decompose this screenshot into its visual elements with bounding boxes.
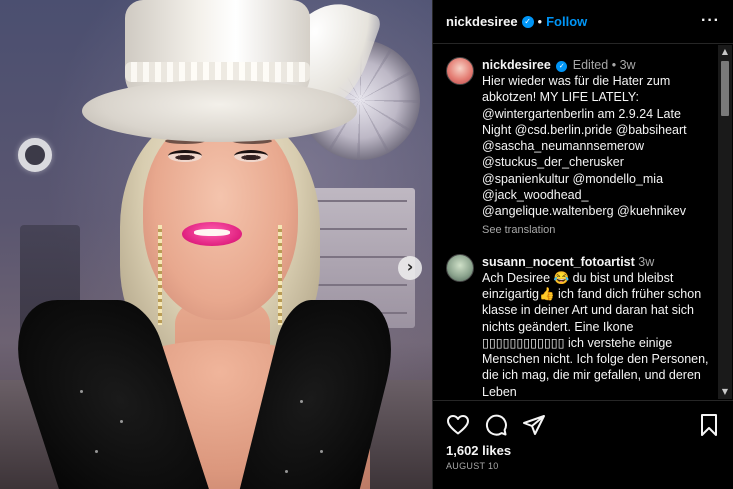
eye: [168, 150, 202, 162]
comment-icon[interactable]: [484, 413, 508, 437]
likes-count[interactable]: 1,602 likes: [446, 443, 511, 458]
comment-text: Ach Desiree 😂 du bist und bleibst einzig…: [482, 270, 709, 399]
caption-text: Hier wieder was für die Hater zum abkotz…: [482, 74, 687, 219]
post-actions: 1,602 likes AUGUST 10: [433, 400, 733, 489]
comment-meta: susann_nocent_fotoartist 3w: [482, 254, 709, 270]
sequin: [285, 470, 288, 473]
comment-username[interactable]: susann_nocent_fotoartist: [482, 255, 635, 269]
more-options-icon[interactable]: ···: [701, 12, 720, 30]
earring-left: [158, 225, 162, 325]
verified-badge-icon: ✓: [521, 15, 534, 28]
caption-bullet: •: [611, 58, 617, 72]
see-translation-link[interactable]: See translation: [482, 224, 709, 236]
caption-entry: nickdesiree ✓ Edited • 3w Hier wieder wa…: [433, 45, 719, 236]
comment-item: susann_nocent_fotoartist 3w Ach Desiree …: [433, 236, 719, 399]
sequin: [300, 400, 303, 403]
header-username[interactable]: nickdesiree: [446, 14, 518, 29]
action-row: [446, 413, 546, 437]
hat-brim: [82, 80, 357, 142]
post-date[interactable]: AUGUST 10: [446, 461, 499, 471]
caption-avatar[interactable]: [446, 57, 474, 85]
earring-right: [278, 225, 282, 325]
bookmark-icon[interactable]: [698, 413, 720, 437]
scroll-thumb[interactable]: [721, 61, 729, 116]
comments-scrollbar[interactable]: ▲ ▼: [718, 45, 732, 399]
heart-icon[interactable]: [446, 413, 470, 437]
verified-badge-icon: ✓: [556, 61, 568, 72]
eye: [234, 150, 268, 162]
edited-label: Edited: [572, 58, 609, 72]
ring-light: [18, 138, 52, 172]
face: [143, 115, 298, 320]
sequin: [320, 450, 323, 453]
post-photo[interactable]: ›: [0, 0, 432, 489]
comments-list[interactable]: nickdesiree ✓ Edited • 3w Hier wieder wa…: [433, 45, 719, 399]
sequin: [80, 390, 83, 393]
sequin: [120, 420, 123, 423]
comment-avatar[interactable]: [446, 253, 474, 282]
caption-username[interactable]: nickdesiree: [482, 58, 551, 72]
share-icon[interactable]: [522, 413, 546, 437]
header-separator: •: [537, 14, 543, 29]
scroll-down-arrow-icon[interactable]: ▼: [718, 385, 732, 399]
follow-button[interactable]: Follow: [546, 14, 587, 29]
caption-meta: nickdesiree ✓ Edited • 3w: [482, 57, 709, 73]
sequin: [95, 450, 98, 453]
comment-time[interactable]: 3w: [638, 255, 654, 269]
post-header: nickdesiree ✓ • Follow ···: [433, 0, 733, 44]
post-side-panel: nickdesiree ✓ • Follow ··· nickdesiree ✓…: [432, 0, 733, 489]
hat-band: [125, 62, 310, 82]
teeth: [194, 229, 230, 236]
carousel-next-button[interactable]: ›: [398, 256, 422, 280]
scroll-up-arrow-icon[interactable]: ▲: [718, 45, 732, 59]
caption-time[interactable]: 3w: [620, 58, 636, 72]
